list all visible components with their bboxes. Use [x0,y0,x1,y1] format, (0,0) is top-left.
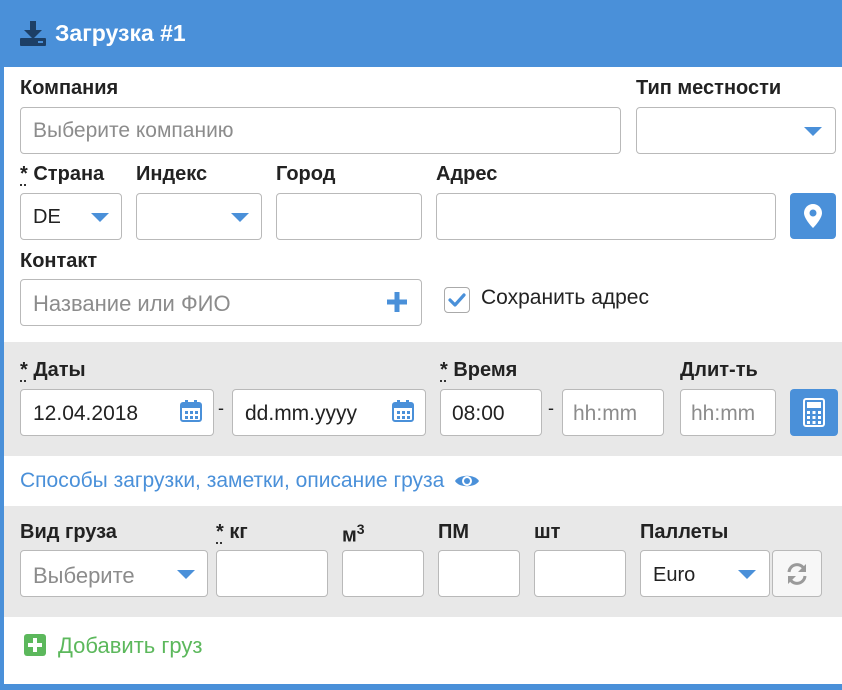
address-input[interactable] [436,193,776,240]
add-cargo-button[interactable]: Добавить груз [24,633,202,659]
locate-address-button[interactable] [790,193,836,239]
calculator-button[interactable] [790,389,838,436]
save-address-checkbox[interactable] [444,287,470,313]
time-from-input[interactable]: 08:00 [440,389,542,436]
refresh-button[interactable] [772,550,822,597]
dates-label-text: Даты [33,359,86,381]
required-mark: * [20,359,28,381]
pieces-label: шт [534,521,561,543]
calendar-icon[interactable] [180,400,202,422]
panel-title: Загрузка #1 [55,20,186,46]
download-icon [20,21,46,46]
pallets-value: Euro [653,564,696,586]
loading-meters-label: ПМ [438,521,470,543]
options-link[interactable]: Способы загрузки, заметки, описание груз… [20,469,480,493]
refresh-icon [787,563,807,585]
contact-label: Контакт [20,250,98,272]
date-to-input[interactable]: dd.mm.yyyy [232,389,426,436]
time-label-text: Время [453,359,518,381]
required-mark: * [20,163,28,185]
time-from-value: 08:00 [452,402,505,425]
volume-label-text: м [342,524,357,547]
calculator-icon [803,398,825,427]
terrain-label: Тип местности [636,77,782,99]
chevron-down-icon [177,570,195,579]
company-select[interactable]: Выберите компанию [20,107,621,154]
frame-bottom-border [0,684,842,690]
chevron-down-icon [804,127,822,136]
country-label-text: Страна [33,163,105,185]
plus-square-icon [24,634,46,656]
options-link-label: Способы загрузки, заметки, описание груз… [20,469,445,492]
country-select[interactable]: DE [20,193,122,240]
duration-input[interactable]: hh:mm [680,389,776,436]
contact-input[interactable]: Название или ФИО [20,279,422,326]
address-label: Адрес [436,163,498,185]
map-marker-icon [804,204,822,228]
volume-label-sup: 3 [356,521,365,537]
eye-icon [455,475,480,487]
required-mark: * [440,359,448,381]
weight-input[interactable] [216,550,328,597]
chevron-down-icon [738,570,756,579]
volume-label: м3 [342,521,365,548]
cargo-type-select[interactable]: Выберите [20,550,208,597]
duration-label: Длит-ть [680,359,758,381]
terrain-select[interactable] [636,107,836,154]
date-to-placeholder: dd.mm.yyyy [245,402,358,425]
weight-label: * кг [216,521,248,544]
loading-meters-input[interactable] [438,550,520,597]
time-range-separator: - [548,398,554,418]
save-address-label[interactable]: Сохранить адрес [481,286,649,310]
country-label: * Страна [20,163,104,186]
required-mark: * [216,521,224,543]
city-input[interactable] [276,193,422,240]
checkmark-icon [448,293,466,307]
pallets-select[interactable]: Euro [640,550,770,597]
panel-header: Загрузка #1 [0,0,842,67]
chevron-down-icon [91,213,109,222]
postal-label: Индекс [136,163,208,185]
date-from-input[interactable]: 12.04.2018 [20,389,214,436]
time-to-placeholder: hh:mm [573,402,638,425]
time-label: * Время [440,359,517,382]
company-placeholder: Выберите компанию [33,119,234,142]
volume-input[interactable] [342,550,424,597]
date-range-separator: - [218,398,224,418]
dates-label: * Даты [20,359,86,382]
plus-icon[interactable] [387,292,407,312]
date-from-value: 12.04.2018 [33,402,139,425]
cargo-type-placeholder: Выберите [33,563,135,588]
company-label: Компания [20,77,119,99]
country-value: DE [33,206,61,228]
add-cargo-label: Добавить груз [58,633,203,658]
cargo-type-label: Вид груза [20,521,117,543]
weight-label-text: кг [229,521,248,543]
postal-select[interactable] [136,193,262,240]
pieces-input[interactable] [534,550,626,597]
calendar-icon[interactable] [392,400,414,422]
contact-placeholder: Название или ФИО [33,291,231,316]
chevron-down-icon [231,213,249,222]
duration-placeholder: hh:mm [691,402,756,425]
city-label: Город [276,163,336,185]
pallets-label: Паллеты [640,521,729,543]
time-to-input[interactable]: hh:mm [562,389,664,436]
